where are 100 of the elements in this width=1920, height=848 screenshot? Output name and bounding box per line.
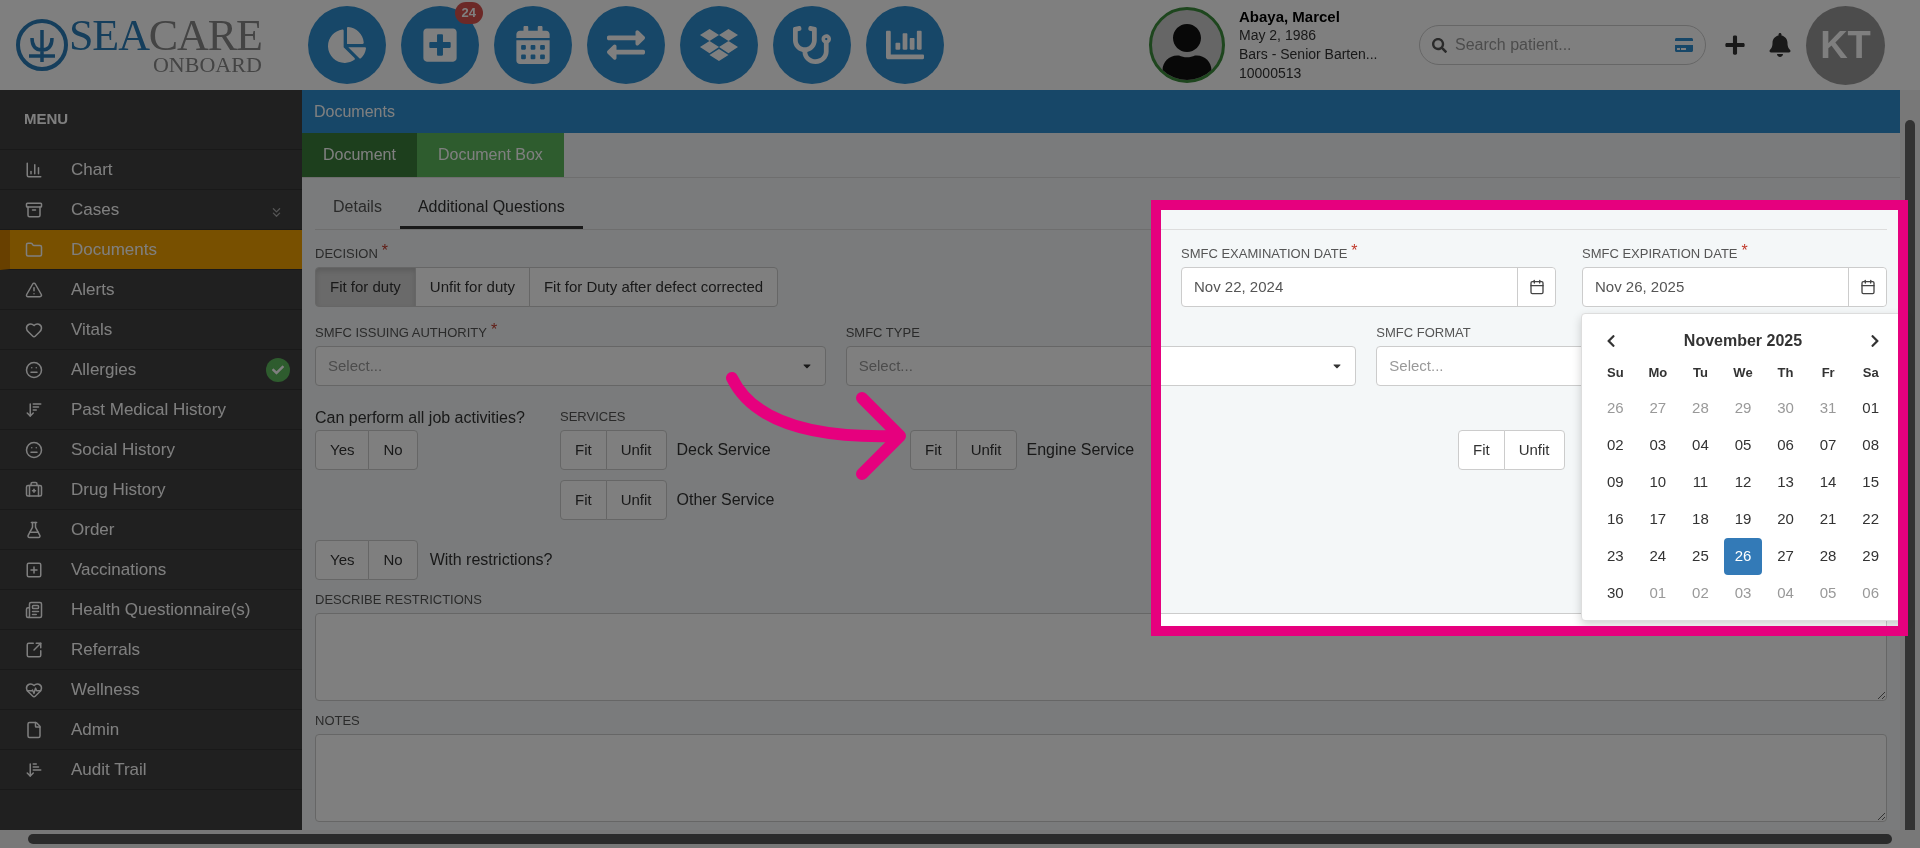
calendar-button[interactable] [1848,268,1886,306]
calendar-day[interactable]: 29 [1851,538,1890,575]
calendar-day[interactable]: 22 [1851,501,1890,538]
sidebar-item[interactable]: Vaccinations [0,550,302,590]
calendar-day[interactable]: 02 [1596,427,1635,464]
toggle-button[interactable]: No [368,540,418,580]
calendar-day[interactable]: 11 [1681,464,1720,501]
medical-kit-icon [25,480,43,499]
calendar-day[interactable]: 23 [1596,538,1635,575]
sidebar-item[interactable]: Health Questionnaire(s) [0,590,302,630]
sidebar-item[interactable]: Social History [0,430,302,470]
calendar-day[interactable]: 27 [1638,390,1678,427]
calendar-day[interactable]: 21 [1808,501,1848,538]
calendar-day[interactable]: 16 [1596,501,1635,538]
date-input[interactable]: Nov 22, 2024 [1182,268,1517,306]
toggle-button[interactable]: Fit [910,430,957,470]
restrictions-text-area[interactable] [315,613,1887,701]
calendar-day[interactable]: 25 [1681,538,1720,575]
toggle-button[interactable]: Unfit [955,430,1017,470]
calendar-day[interactable]: 07 [1808,427,1848,464]
calendar-day[interactable]: 29 [1723,390,1763,427]
calendar-day[interactable]: 01 [1638,575,1678,612]
toggle-button[interactable]: Fit [560,480,607,520]
month-title[interactable]: November 2025 [1683,329,1803,353]
calendar-day[interactable]: 19 [1723,501,1763,538]
toggle-button[interactable]: Fit [1458,430,1505,470]
sidebar-item[interactable]: Vitals [0,310,302,350]
seacare-logo[interactable]: SEACARE ONBOARD [15,14,293,76]
calendar-day[interactable]: 09 [1596,464,1635,501]
calendar-day[interactable]: 12 [1723,464,1763,501]
calendar-day[interactable]: 31 [1808,390,1848,427]
toggle-button[interactable]: Yes [315,430,370,470]
calendar-day[interactable]: 06 [1766,427,1805,464]
sidebar-item[interactable]: Alerts [0,270,302,310]
calendar-day[interactable]: 27 [1766,538,1805,575]
calendar-day[interactable]: 02 [1681,575,1720,612]
share-icon [25,640,43,659]
calendar-day[interactable]: 05 [1808,575,1848,612]
date-input[interactable]: Nov 26, 2025 [1583,268,1848,306]
notification-badge: 24 [454,2,483,24]
calendar-day[interactable]: 18 [1681,501,1720,538]
field-label: DECISION [315,245,378,263]
calendar-day[interactable]: 01 [1851,390,1890,427]
section-tab[interactable]: Details [315,188,400,229]
calendar-day[interactable]: 15 [1851,464,1890,501]
calendar-day[interactable]: 06 [1851,575,1890,612]
toggle-button[interactable]: Unfit for duty [414,267,530,307]
sidebar-item[interactable]: Referrals [0,630,302,670]
calendar-day[interactable]: 20 [1766,501,1805,538]
sidebar-item[interactable]: Allergies [0,350,302,390]
calendar-day[interactable]: 04 [1766,575,1805,612]
date-field[interactable]: Nov 26, 2025 [1582,267,1887,307]
calendar-day[interactable]: 26 [1723,538,1763,575]
date-field[interactable]: Nov 22, 2024 [1181,267,1556,307]
toggle-button[interactable]: Fit [560,430,607,470]
service-name: Engine Service [1026,440,1135,460]
calendar-day[interactable]: 10 [1638,464,1678,501]
toggle-button[interactable]: Fit for Duty after defect corrected [528,267,779,307]
patient-role: Bars - Senior Barten... [1239,45,1379,64]
calendar-day[interactable]: 05 [1723,427,1763,464]
add-icon[interactable] [1724,34,1746,56]
toggle-button[interactable]: Unfit [1503,430,1565,470]
calendar-day[interactable]: 17 [1638,501,1678,538]
section-tab[interactable]: Additional Questions [399,188,583,229]
sidebar-item[interactable]: Admin [0,710,302,750]
calendar-day[interactable]: 13 [1766,464,1805,501]
toggle-button[interactable]: Unfit [605,480,667,520]
card-icon[interactable] [1675,36,1693,54]
bar-chart-icon [25,160,43,179]
menu-heading: MENU [24,109,69,130]
sidebar-item[interactable]: Drug History [0,470,302,510]
document-tab[interactable]: Document [302,133,417,177]
calendar-day[interactable]: 03 [1638,427,1678,464]
toggle-button[interactable]: Yes [315,540,370,580]
calendar-day[interactable]: 28 [1808,538,1848,575]
sidebar-item[interactable]: Wellness [0,670,302,710]
calendar-day[interactable]: 03 [1723,575,1763,612]
calendar-day[interactable]: 14 [1808,464,1848,501]
calendar-day[interactable]: 24 [1638,538,1678,575]
sidebar-item[interactable]: Audit Trail [0,750,302,790]
calendar-day[interactable]: 04 [1681,427,1720,464]
service-name: Deck Service [676,440,771,460]
sidebar-item[interactable]: Past Medical History [0,390,302,430]
toggle-button[interactable]: No [368,430,418,470]
calendar-icon [514,26,552,64]
calendar-day[interactable]: 30 [1596,575,1635,612]
toggle-button[interactable]: Fit for duty [315,267,416,307]
horizontal-scrollbar[interactable] [0,830,1920,848]
sidebar-item[interactable]: Order [0,510,302,550]
toggle-button[interactable]: Unfit [605,430,667,470]
calendar-day[interactable]: 26 [1596,390,1635,427]
calendar-button[interactable] [1517,268,1555,306]
sidebar-item[interactable]: Chart [0,150,302,190]
weekday-label: Mo [1647,364,1669,383]
calendar-day[interactable]: 30 [1766,390,1805,427]
notifications-icon[interactable] [1768,33,1792,57]
calendar-day[interactable]: 08 [1851,427,1890,464]
patient-name: Abaya, Marcel [1239,7,1341,26]
service-name: Other Service [676,490,775,510]
calendar-day[interactable]: 28 [1681,390,1720,427]
